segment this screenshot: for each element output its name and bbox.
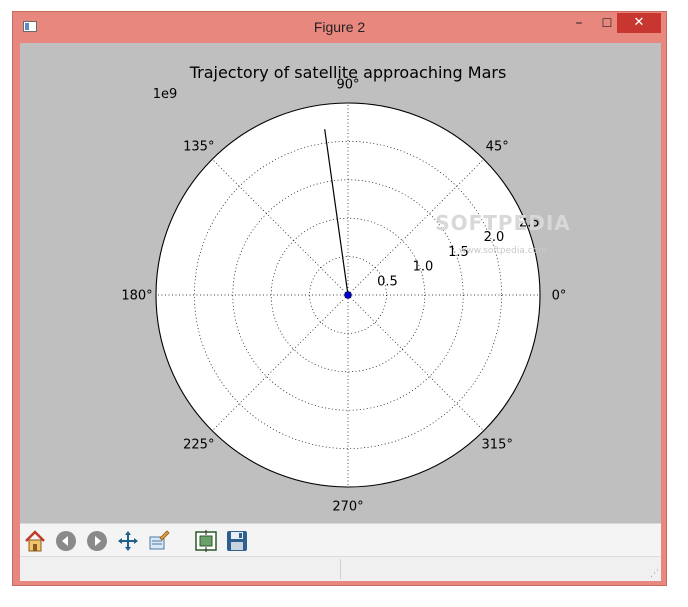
resize-grip-icon[interactable]: ⋰ [650,570,659,579]
watermark-site: www.softpedia.com [459,246,547,256]
polar-plot: 0°45°90°135°180°225°270°315°0.51.01.52.0… [121,63,571,515]
navigation-toolbar [20,523,661,557]
chart-title: Trajectory of satellite approaching Mars [189,63,507,82]
theta-tick-label: 315° [482,438,513,453]
theta-tick-label: 135° [183,139,214,154]
back-arrow-icon [56,531,76,551]
status-bar: ⋰ [20,556,661,581]
pan-button[interactable] [116,529,140,553]
title-bar[interactable]: Figure 2 – ☐ ✕ [13,12,666,42]
r-tick-label: 0.5 [377,274,398,289]
floppy-icon [227,531,247,551]
save-button[interactable] [225,529,249,553]
watermark-brand: SOFTPEDIA [435,211,571,235]
back-button[interactable] [54,529,78,553]
minimize-button[interactable]: – [568,14,590,34]
close-button[interactable]: ✕ [617,13,661,33]
move-icon [118,531,138,551]
app-window: Figure 2 – ☐ ✕ 0° 45° 90° 135° 180° 225° 270° 3… [12,11,667,586]
zoom-rect-icon [149,530,170,550]
theta-tick-label: 45° [486,139,509,154]
figure-canvas[interactable]: 0° 45° 90° 135° 180° 225° 270° 315° 0.5 1.0 1.5 2.0… [20,43,661,523]
theta-tick-label: 270° [332,500,363,515]
forward-arrow-icon [87,531,107,551]
theta-tick-label: 180° [121,289,152,304]
planet-marker [344,291,352,299]
maximize-button[interactable]: ☐ [596,14,618,34]
home-button[interactable] [23,529,47,553]
theta-tick-label: 0° [552,289,567,304]
home-icon [25,530,45,552]
subplots-icon [195,530,217,552]
forward-button[interactable] [85,529,109,553]
zoom-button[interactable] [147,529,171,553]
subplots-button[interactable] [194,529,218,553]
r-tick-label: 1.0 [413,260,434,275]
theta-tick-label: 225° [183,438,214,453]
status-divider [340,559,341,579]
r-offset-label: 1e9 [153,87,178,102]
